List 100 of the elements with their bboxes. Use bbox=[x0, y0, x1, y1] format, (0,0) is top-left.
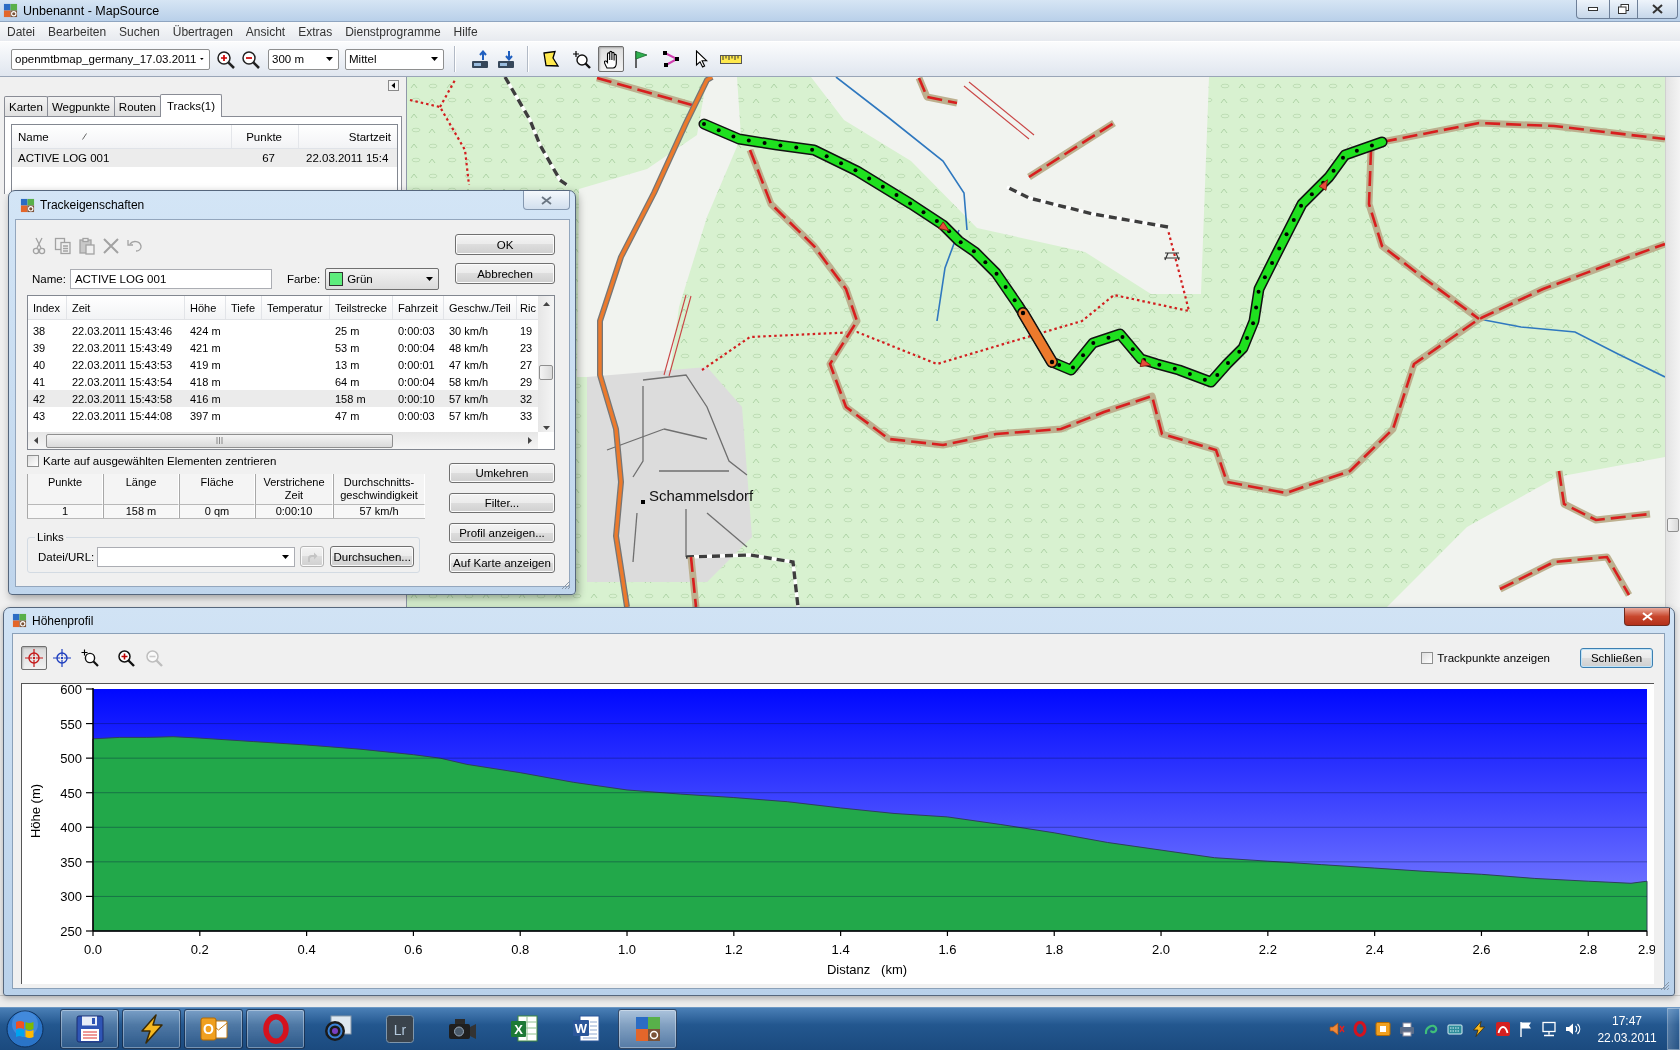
menu-item[interactable]: Datei bbox=[1, 24, 42, 39]
action-button[interactable]: Umkehren bbox=[449, 463, 555, 483]
action-button[interactable]: Filter... bbox=[449, 493, 555, 513]
action-button[interactable]: Profil anzeigen... bbox=[449, 523, 555, 543]
name-field[interactable]: ACTIVE LOG 001 bbox=[69, 268, 272, 289]
column-header[interactable]: Punkte bbox=[232, 125, 299, 148]
curved-arrow-icon bbox=[306, 550, 319, 563]
tab[interactable]: Tracks(1) bbox=[159, 94, 223, 117]
column-header[interactable]: Index bbox=[28, 296, 67, 319]
right-triangle-icon[interactable] bbox=[528, 437, 532, 444]
table-row[interactable]: 43 22.03.2011 15:44:08 397 m 47 m 0:00:03 57 km/h 33 bbox=[28, 407, 538, 424]
menu-item[interactable]: Suchen bbox=[113, 24, 167, 39]
flag-icon[interactable] bbox=[1519, 1021, 1533, 1037]
column-header[interactable]: Höhe bbox=[185, 296, 226, 319]
taskbar-button[interactable] bbox=[618, 1009, 677, 1049]
tab[interactable]: Karten bbox=[4, 96, 48, 116]
taskbar-button[interactable]: Lr bbox=[370, 1009, 429, 1049]
minimize-button[interactable] bbox=[1576, 0, 1610, 19]
window-title: Unbenannt - MapSource bbox=[23, 3, 160, 18]
browse-button[interactable]: Durchsuchen... bbox=[330, 546, 415, 567]
table-row[interactable]: 41 22.03.2011 15:43:54 418 m 64 m 0:00:04 58 km/h 29 bbox=[28, 373, 538, 390]
tab[interactable]: Routen bbox=[113, 96, 161, 116]
start-button[interactable] bbox=[3, 1008, 47, 1050]
resize-grip-icon[interactable] bbox=[561, 580, 571, 590]
close-dialog-button[interactable]: Schließen bbox=[1580, 648, 1653, 668]
printer-icon[interactable] bbox=[1399, 1021, 1415, 1037]
menu-item[interactable]: Extras bbox=[292, 24, 340, 39]
tab[interactable]: Wegpunkte bbox=[46, 96, 115, 116]
menu-item[interactable]: Dienstprogramme bbox=[339, 24, 448, 39]
scrollbar[interactable] bbox=[538, 296, 554, 432]
column-header[interactable]: Tiefe bbox=[226, 296, 262, 319]
column-header[interactable]: Ric bbox=[517, 296, 538, 319]
table-row[interactable]: 42 22.03.2011 15:43:58 416 m 158 m 0:00:10 57 km/h 32 bbox=[28, 390, 538, 407]
scrollbar[interactable] bbox=[28, 432, 538, 449]
url-field[interactable] bbox=[97, 546, 296, 567]
column-header[interactable]: Fahrzeit bbox=[393, 296, 444, 319]
checkbox[interactable] bbox=[27, 455, 39, 467]
resize-grip-icon[interactable] bbox=[1660, 981, 1670, 991]
table-cell: 0:00:04 bbox=[398, 375, 435, 388]
device-down-arrow-icon[interactable] bbox=[497, 49, 517, 69]
checkbox[interactable] bbox=[1421, 652, 1434, 664]
speaker-icon[interactable] bbox=[1329, 1021, 1345, 1037]
action-button[interactable]: Auf Karte anzeigen bbox=[449, 553, 555, 573]
taskbar-button[interactable]: X bbox=[494, 1009, 553, 1049]
dialog-button[interactable]: OK bbox=[455, 234, 555, 255]
menu-item[interactable]: Ansicht bbox=[239, 24, 293, 39]
taskbar-button[interactable] bbox=[60, 1009, 119, 1049]
hand-tool-button[interactable] bbox=[598, 46, 624, 72]
arc-icon[interactable] bbox=[1495, 1021, 1511, 1037]
scrollbar-thumb[interactable] bbox=[539, 365, 553, 380]
column-header[interactable]: Temperatur bbox=[262, 296, 330, 319]
x-tick-label: 1.8 bbox=[1045, 942, 1064, 957]
scrollbar[interactable] bbox=[1665, 77, 1680, 607]
map-product-dropdown[interactable]: openmtbmap_germany_17.03.2011 bbox=[11, 48, 210, 70]
column-header[interactable]: Name bbox=[12, 125, 232, 148]
gps-track[interactable] bbox=[698, 118, 1388, 388]
taskbar-button[interactable]: W bbox=[556, 1009, 615, 1049]
table-row[interactable]: 39 22.03.2011 15:43:49 421 m 53 m 0:00:04 48 km/h 23 bbox=[28, 339, 538, 356]
menu-item[interactable]: Hilfe bbox=[447, 24, 485, 39]
taskbar-button[interactable] bbox=[122, 1009, 181, 1049]
keyboard-icon[interactable] bbox=[1447, 1021, 1463, 1037]
table-cell: 47 km/h bbox=[449, 358, 489, 371]
zoom-in-icon[interactable] bbox=[216, 49, 235, 69]
table-row[interactable]: 38 22.03.2011 15:43:46 424 m 25 m 0:00:03 30 km/h 19 bbox=[28, 322, 538, 339]
down-triangle-icon[interactable] bbox=[542, 426, 550, 430]
color-dropdown[interactable]: Grün bbox=[325, 267, 440, 290]
menu-item[interactable]: Übertragen bbox=[166, 24, 240, 39]
track-row[interactable]: ACTIVE LOG 001 67 22.03.2011 15:4 bbox=[12, 149, 397, 167]
device-up-arrow-icon[interactable] bbox=[471, 49, 491, 69]
close-button[interactable] bbox=[1638, 0, 1678, 19]
clock-button[interactable]: 17:47 22.03.2011 bbox=[1595, 1009, 1659, 1049]
table-cell: 57 km/h bbox=[449, 409, 489, 422]
selected-track-segment[interactable] bbox=[1017, 307, 1058, 368]
crosshair-tool-button[interactable] bbox=[21, 646, 47, 670]
left-triangle-icon[interactable] bbox=[34, 437, 38, 444]
column-header[interactable]: Teilstrecke bbox=[330, 296, 393, 319]
zoom-out-icon[interactable] bbox=[241, 49, 260, 69]
scrollbar-thumb[interactable] bbox=[1667, 518, 1679, 532]
column-header[interactable]: Geschw./Teil bbox=[444, 296, 517, 319]
close-button[interactable] bbox=[1624, 608, 1670, 626]
table-row[interactable]: 40 22.03.2011 15:43:53 419 m 13 m 0:00:01 47 km/h 27 bbox=[28, 356, 538, 373]
column-header[interactable]: Zeit bbox=[67, 296, 185, 319]
scale-dropdown[interactable]: 300 m bbox=[268, 48, 339, 70]
taskbar-button[interactable] bbox=[246, 1009, 305, 1049]
menu-item[interactable]: Bearbeiten bbox=[42, 24, 114, 39]
volume-icon[interactable] bbox=[1565, 1021, 1581, 1037]
show-desktop-button[interactable] bbox=[1667, 1008, 1680, 1050]
lightning-icon[interactable] bbox=[1471, 1021, 1487, 1037]
detail-dropdown[interactable]: Mittel bbox=[345, 48, 444, 70]
maximize-button[interactable] bbox=[1610, 0, 1638, 19]
table-cell: 48 km/h bbox=[449, 341, 489, 354]
scrollbar-thumb[interactable] bbox=[46, 433, 393, 448]
magnifier-icon bbox=[571, 49, 591, 69]
column-header[interactable]: Startzeit bbox=[299, 125, 397, 148]
up-triangle-icon[interactable] bbox=[542, 302, 550, 306]
network-icon[interactable] bbox=[1541, 1021, 1557, 1037]
app-icon bbox=[3, 3, 18, 18]
dialog-button[interactable]: Abbrechen bbox=[455, 263, 555, 284]
close-icon bbox=[541, 195, 552, 205]
mail-app-icon[interactable] bbox=[1375, 1021, 1391, 1037]
